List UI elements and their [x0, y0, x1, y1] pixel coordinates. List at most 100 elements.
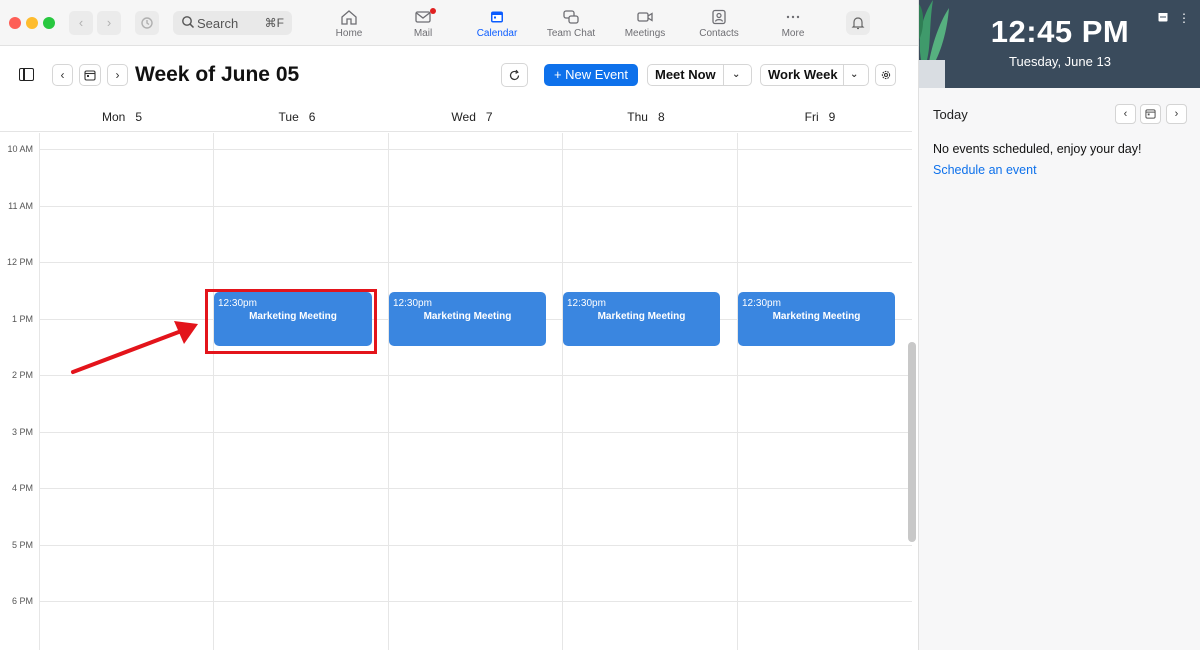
- tab-team-chat[interactable]: Team Chat: [534, 0, 608, 46]
- calendar-small-icon: [84, 70, 96, 81]
- more-icon: [786, 15, 800, 19]
- week-grid[interactable]: 10 AM 11 AM 12 PM 1 PM 2 PM 3 PM 4 PM 5 …: [0, 133, 912, 650]
- day-header-row: Mon 5 Tue 6 Wed 7 Thu 8 Fri 9: [0, 100, 912, 132]
- tab-calendar-label: Calendar: [476, 28, 518, 39]
- event-card-wed[interactable]: 12:30pm Marketing Meeting: [389, 292, 546, 346]
- meet-now-label: Meet Now: [655, 67, 716, 82]
- hour-line: [39, 432, 912, 433]
- upcoming-panel: 12:45 PM Tuesday, June 13 ⋮ Today ‹ › No…: [918, 0, 1200, 650]
- grid-scrollbar[interactable]: [908, 342, 916, 542]
- refresh-icon: [509, 69, 520, 81]
- hour-line: [39, 206, 912, 207]
- today-label: Today: [933, 107, 968, 122]
- annotation-arrow-icon: [71, 321, 198, 374]
- panel-more-icon[interactable]: ⋮: [1178, 11, 1190, 25]
- meet-now-button[interactable]: Meet Now ⌄: [647, 64, 752, 86]
- notifications-button[interactable]: [846, 11, 870, 35]
- bell-icon: [851, 17, 865, 30]
- panel-next-day-button[interactable]: ›: [1166, 104, 1187, 124]
- contacts-icon: [712, 9, 726, 25]
- search-icon: [182, 16, 195, 29]
- previous-week-button[interactable]: ‹: [52, 64, 73, 86]
- chevron-down-icon[interactable]: ⌄: [732, 65, 740, 85]
- day-header-wed[interactable]: Wed 7: [432, 110, 512, 124]
- new-event-button[interactable]: + New Event: [544, 64, 638, 86]
- day-header-fri[interactable]: Fri 9: [780, 110, 860, 124]
- tab-mail[interactable]: Mail: [386, 0, 460, 46]
- tab-contacts-label: Contacts: [699, 28, 739, 39]
- schedule-event-link[interactable]: Schedule an event: [933, 163, 1037, 177]
- event-title: Marketing Meeting: [597, 311, 686, 322]
- hour-line: [39, 488, 912, 489]
- event-title: Marketing Meeting: [423, 311, 512, 322]
- hour-label: 3 PM: [11, 427, 33, 437]
- gear-icon: [881, 70, 890, 80]
- tab-mail-label: Mail: [413, 28, 433, 39]
- event-card-thu[interactable]: 12:30pm Marketing Meeting: [563, 292, 720, 346]
- grid-column-divider: [562, 133, 563, 650]
- minimize-window-button[interactable]: [26, 17, 38, 29]
- top-toolbar: ‹ › Search ⌘F Home Mail Calendar Team Ch…: [0, 0, 918, 46]
- event-time: 12:30pm: [393, 298, 432, 309]
- tab-home-label: Home: [335, 28, 363, 39]
- close-window-button[interactable]: [9, 17, 21, 29]
- meet-now-divider: [723, 65, 724, 85]
- hour-line: [39, 149, 912, 150]
- tab-meetings[interactable]: Meetings: [608, 0, 682, 46]
- panel-today-button[interactable]: [1140, 104, 1161, 124]
- panel-previous-day-button[interactable]: ‹: [1115, 104, 1136, 124]
- hour-line: [39, 601, 912, 602]
- home-icon: [341, 10, 357, 25]
- day-header-thu[interactable]: Thu 8: [606, 110, 686, 124]
- view-selector-label: Work Week: [768, 67, 838, 82]
- hour-label: 12 PM: [6, 257, 33, 267]
- no-events-message: No events scheduled, enjoy your day!: [933, 142, 1142, 156]
- chat-icon: [563, 10, 579, 24]
- tab-home[interactable]: Home: [312, 0, 386, 46]
- tab-more-label: More: [781, 28, 805, 39]
- page-title: Week of June 05: [135, 63, 300, 86]
- hour-line: [39, 545, 912, 546]
- event-time: 12:30pm: [742, 298, 781, 309]
- next-week-button[interactable]: ›: [107, 64, 128, 86]
- tab-contacts[interactable]: Contacts: [682, 0, 756, 46]
- tab-calendar[interactable]: Calendar: [460, 0, 534, 46]
- hour-label: 2 PM: [11, 370, 33, 380]
- mail-unread-badge: [430, 8, 436, 14]
- go-to-today-button[interactable]: [79, 64, 101, 86]
- hour-label: 5 PM: [11, 540, 33, 550]
- back-button[interactable]: ‹: [69, 11, 93, 35]
- grid-column-divider: [39, 133, 40, 650]
- grid-column-divider: [737, 133, 738, 650]
- settings-button[interactable]: [875, 64, 896, 86]
- day-header-tue[interactable]: Tue 6: [257, 110, 337, 124]
- history-icon: [141, 17, 153, 29]
- event-card-fri[interactable]: 12:30pm Marketing Meeting: [738, 292, 895, 346]
- zoom-window-button[interactable]: [43, 17, 55, 29]
- highlight-box: [205, 289, 377, 354]
- refresh-button[interactable]: [501, 63, 528, 87]
- search-box[interactable]: Search ⌘F: [173, 11, 292, 35]
- sidebar-toggle-icon[interactable]: [19, 68, 34, 81]
- search-shortcut: ⌘F: [264, 16, 284, 30]
- chevron-down-icon[interactable]: ⌄: [850, 65, 858, 85]
- current-date: Tuesday, June 13: [1009, 54, 1111, 69]
- hour-line: [39, 262, 912, 263]
- view-selector[interactable]: Work Week ⌄: [760, 64, 869, 86]
- event-title: Marketing Meeting: [772, 311, 861, 322]
- clock-card: 12:45 PM Tuesday, June 13 ⋮: [919, 0, 1200, 88]
- event-time: 12:30pm: [567, 298, 606, 309]
- hour-label: 10 AM: [7, 144, 33, 154]
- calendar-header: ‹ › Week of June 05 + New Event Meet Now…: [0, 46, 918, 100]
- day-header-mon[interactable]: Mon 5: [82, 110, 162, 124]
- zoom-calendar-window: ‹ › Search ⌘F Home Mail Calendar Team Ch…: [0, 0, 1200, 650]
- search-label: Search: [197, 16, 239, 31]
- history-button[interactable]: [135, 11, 159, 35]
- hour-label: 1 PM: [11, 314, 33, 324]
- hour-label: 6 PM: [11, 596, 33, 606]
- tab-more[interactable]: More: [756, 0, 830, 46]
- hour-label: 11 AM: [8, 201, 33, 211]
- hour-label: 4 PM: [11, 483, 33, 493]
- calendar-mini-icon[interactable]: [1158, 12, 1168, 22]
- forward-button[interactable]: ›: [97, 11, 121, 35]
